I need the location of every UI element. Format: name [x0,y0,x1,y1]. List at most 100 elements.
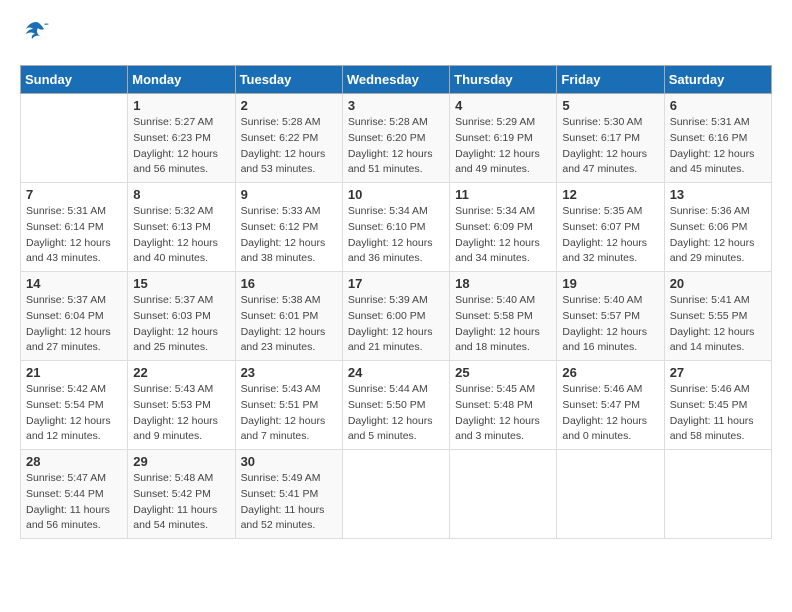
calendar-cell: 10 Sunrise: 5:34 AM Sunset: 6:10 PM Dayli… [342,183,449,272]
day-info: Sunrise: 5:33 AM Sunset: 6:12 PM Dayligh… [241,204,337,267]
day-info: Sunrise: 5:30 AM Sunset: 6:17 PM Dayligh… [562,115,658,178]
calendar-cell: 23 Sunrise: 5:43 AM Sunset: 5:51 PM Dayli… [235,361,342,450]
day-info: Sunrise: 5:45 AM Sunset: 5:48 PM Dayligh… [455,382,551,445]
calendar-cell: 15 Sunrise: 5:37 AM Sunset: 6:03 PM Dayli… [128,272,235,361]
calendar-cell: 5 Sunrise: 5:30 AM Sunset: 6:17 PM Daylig… [557,94,664,183]
day-number: 1 [133,98,229,113]
calendar-cell: 29 Sunrise: 5:48 AM Sunset: 5:42 PM Dayli… [128,450,235,539]
day-info: Sunrise: 5:47 AM Sunset: 5:44 PM Dayligh… [26,471,122,534]
day-info: Sunrise: 5:34 AM Sunset: 6:09 PM Dayligh… [455,204,551,267]
day-number: 24 [348,365,444,380]
calendar-cell: 21 Sunrise: 5:42 AM Sunset: 5:54 PM Dayli… [21,361,128,450]
calendar-cell: 8 Sunrise: 5:32 AM Sunset: 6:13 PM Daylig… [128,183,235,272]
calendar-cell: 13 Sunrise: 5:36 AM Sunset: 6:06 PM Dayli… [664,183,771,272]
calendar-week-row: 21 Sunrise: 5:42 AM Sunset: 5:54 PM Dayli… [21,361,772,450]
day-number: 12 [562,187,658,202]
calendar-cell: 24 Sunrise: 5:44 AM Sunset: 5:50 PM Dayli… [342,361,449,450]
day-number: 14 [26,276,122,291]
calendar-cell: 1 Sunrise: 5:27 AM Sunset: 6:23 PM Daylig… [128,94,235,183]
calendar-cell: 14 Sunrise: 5:37 AM Sunset: 6:04 PM Dayli… [21,272,128,361]
day-number: 16 [241,276,337,291]
day-info: Sunrise: 5:31 AM Sunset: 6:14 PM Dayligh… [26,204,122,267]
calendar-cell: 19 Sunrise: 5:40 AM Sunset: 5:57 PM Dayli… [557,272,664,361]
calendar-cell: 17 Sunrise: 5:39 AM Sunset: 6:00 PM Dayli… [342,272,449,361]
calendar-week-row: 14 Sunrise: 5:37 AM Sunset: 6:04 PM Dayli… [21,272,772,361]
day-number: 29 [133,454,229,469]
day-info: Sunrise: 5:43 AM Sunset: 5:51 PM Dayligh… [241,382,337,445]
day-number: 11 [455,187,551,202]
day-info: Sunrise: 5:43 AM Sunset: 5:53 PM Dayligh… [133,382,229,445]
calendar-cell: 27Sunrise: 5:46 AM Sunset: 5:45 PM Dayli… [664,361,771,450]
calendar-cell: 7 Sunrise: 5:31 AM Sunset: 6:14 PM Daylig… [21,183,128,272]
day-number: 7 [26,187,122,202]
day-info: Sunrise: 5:41 AM Sunset: 5:55 PM Dayligh… [670,293,766,356]
calendar-week-row: 28 Sunrise: 5:47 AM Sunset: 5:44 PM Dayli… [21,450,772,539]
day-info: Sunrise: 5:28 AM Sunset: 6:22 PM Dayligh… [241,115,337,178]
weekday-header-monday: Monday [128,66,235,94]
day-number: 8 [133,187,229,202]
calendar-cell [21,94,128,183]
calendar-cell: 11 Sunrise: 5:34 AM Sunset: 6:09 PM Dayli… [450,183,557,272]
day-number: 2 [241,98,337,113]
day-number: 18 [455,276,551,291]
weekday-header-thursday: Thursday [450,66,557,94]
calendar-week-row: 7 Sunrise: 5:31 AM Sunset: 6:14 PM Daylig… [21,183,772,272]
day-info: Sunrise: 5:42 AM Sunset: 5:54 PM Dayligh… [26,382,122,445]
calendar-cell: 30 Sunrise: 5:49 AM Sunset: 5:41 PM Dayli… [235,450,342,539]
page-header [20,20,772,49]
weekday-header-wednesday: Wednesday [342,66,449,94]
day-info: Sunrise: 5:46 AM Sunset: 5:45 PM Dayligh… [670,382,766,445]
day-info: Sunrise: 5:29 AM Sunset: 6:19 PM Dayligh… [455,115,551,178]
day-info: Sunrise: 5:38 AM Sunset: 6:01 PM Dayligh… [241,293,337,356]
day-info: Sunrise: 5:37 AM Sunset: 6:04 PM Dayligh… [26,293,122,356]
calendar-cell: 12Sunrise: 5:35 AM Sunset: 6:07 PM Dayli… [557,183,664,272]
logo-bird-icon [22,20,50,44]
weekday-header-tuesday: Tuesday [235,66,342,94]
day-number: 21 [26,365,122,380]
weekday-header-row: SundayMondayTuesdayWednesdayThursdayFrid… [21,66,772,94]
calendar-cell: 2 Sunrise: 5:28 AM Sunset: 6:22 PM Daylig… [235,94,342,183]
calendar-cell: 22Sunrise: 5:43 AM Sunset: 5:53 PM Dayli… [128,361,235,450]
day-number: 17 [348,276,444,291]
day-number: 5 [562,98,658,113]
calendar-cell [450,450,557,539]
day-info: Sunrise: 5:31 AM Sunset: 6:16 PM Dayligh… [670,115,766,178]
weekday-header-friday: Friday [557,66,664,94]
day-number: 30 [241,454,337,469]
calendar-cell: 20 Sunrise: 5:41 AM Sunset: 5:55 PM Dayli… [664,272,771,361]
day-info: Sunrise: 5:32 AM Sunset: 6:13 PM Dayligh… [133,204,229,267]
day-number: 10 [348,187,444,202]
day-info: Sunrise: 5:28 AM Sunset: 6:20 PM Dayligh… [348,115,444,178]
calendar-cell: 4Sunrise: 5:29 AM Sunset: 6:19 PM Daylig… [450,94,557,183]
day-number: 23 [241,365,337,380]
day-number: 15 [133,276,229,291]
day-number: 13 [670,187,766,202]
calendar-cell [342,450,449,539]
day-info: Sunrise: 5:37 AM Sunset: 6:03 PM Dayligh… [133,293,229,356]
day-info: Sunrise: 5:40 AM Sunset: 5:57 PM Dayligh… [562,293,658,356]
day-info: Sunrise: 5:39 AM Sunset: 6:00 PM Dayligh… [348,293,444,356]
calendar-cell: 9 Sunrise: 5:33 AM Sunset: 6:12 PM Daylig… [235,183,342,272]
day-number: 19 [562,276,658,291]
day-info: Sunrise: 5:44 AM Sunset: 5:50 PM Dayligh… [348,382,444,445]
day-info: Sunrise: 5:46 AM Sunset: 5:47 PM Dayligh… [562,382,658,445]
calendar-cell [557,450,664,539]
weekday-header-saturday: Saturday [664,66,771,94]
calendar-table: SundayMondayTuesdayWednesdayThursdayFrid… [20,65,772,539]
calendar-cell: 25 Sunrise: 5:45 AM Sunset: 5:48 PM Dayli… [450,361,557,450]
day-info: Sunrise: 5:49 AM Sunset: 5:41 PM Dayligh… [241,471,337,534]
day-info: Sunrise: 5:34 AM Sunset: 6:10 PM Dayligh… [348,204,444,267]
day-number: 3 [348,98,444,113]
calendar-cell: 18 Sunrise: 5:40 AM Sunset: 5:58 PM Dayli… [450,272,557,361]
day-number: 9 [241,187,337,202]
day-number: 20 [670,276,766,291]
calendar-cell: 26Sunrise: 5:46 AM Sunset: 5:47 PM Dayli… [557,361,664,450]
day-info: Sunrise: 5:48 AM Sunset: 5:42 PM Dayligh… [133,471,229,534]
day-number: 28 [26,454,122,469]
calendar-cell [664,450,771,539]
day-info: Sunrise: 5:40 AM Sunset: 5:58 PM Dayligh… [455,293,551,356]
day-info: Sunrise: 5:36 AM Sunset: 6:06 PM Dayligh… [670,204,766,267]
calendar-cell: 16 Sunrise: 5:38 AM Sunset: 6:01 PM Dayli… [235,272,342,361]
day-number: 25 [455,365,551,380]
day-info: Sunrise: 5:27 AM Sunset: 6:23 PM Dayligh… [133,115,229,178]
